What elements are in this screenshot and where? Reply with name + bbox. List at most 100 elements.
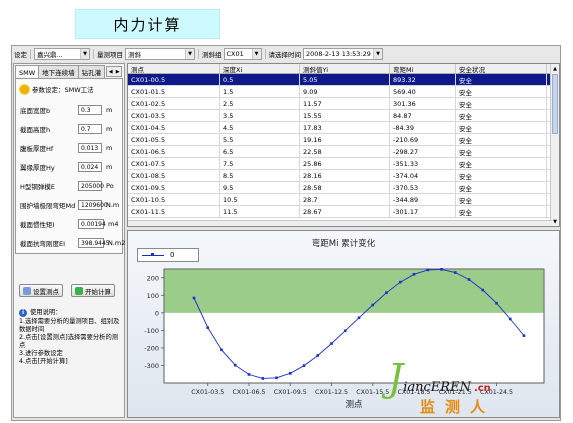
- time-select-value: 2008-2-13 13:53:29: [306, 50, 371, 58]
- table-row[interactable]: CX01-04.5 4.5 17.83 -84.39 安全: [128, 122, 559, 134]
- table-cell: 25.86: [300, 158, 390, 169]
- param-input[interactable]: 1209600: [78, 200, 108, 210]
- pencil-icon: [23, 286, 31, 295]
- param-unit: Po: [106, 182, 114, 190]
- param-input[interactable]: 0.7: [78, 124, 102, 134]
- data-point: [398, 280, 402, 284]
- table-row[interactable]: CX01-00.5 0.5 5.05 893.32 安全: [128, 74, 559, 86]
- column-header[interactable]: 测点: [128, 64, 220, 73]
- data-point: [261, 377, 265, 380]
- param-input[interactable]: 205000: [78, 181, 104, 191]
- scroll-down-icon[interactable]: ▼: [551, 217, 559, 226]
- toolbar: 设定 嘉兴鼎... ▼ 量测项目 测斜 ▼ 测斜组 CX01 ▼ 请选择时间 2…: [12, 46, 560, 62]
- table-cell: 安全: [456, 182, 547, 193]
- watermark-char: 监: [420, 398, 436, 416]
- param-input[interactable]: 0.00194: [78, 219, 106, 229]
- start-calc-button[interactable]: 开始计算: [71, 284, 115, 297]
- scroll-up-icon[interactable]: ▲: [551, 64, 559, 73]
- table-cell: -301.17: [390, 206, 456, 217]
- safe-band: [164, 269, 544, 313]
- param-unit: m: [106, 163, 113, 171]
- data-point: [481, 288, 485, 292]
- x-tick-label: CX01-15.5: [356, 389, 389, 396]
- x-tick-label: CX01-12.5: [315, 389, 348, 396]
- chevron-down-icon: ▼: [373, 49, 382, 59]
- settings-menu[interactable]: 设定: [14, 49, 27, 59]
- table-row[interactable]: CX01-07.5 7.5 25.86 -351.33 安全: [128, 158, 559, 170]
- x-tick-label: CX01-09.5: [274, 389, 307, 396]
- table-cell: 1.5: [220, 86, 300, 97]
- measure-item-select[interactable]: 测斜 ▼: [125, 48, 195, 60]
- set-point-button[interactable]: 设置测点: [19, 284, 63, 297]
- param-input[interactable]: 0.024: [78, 162, 102, 172]
- tab-bored-pile[interactable]: 钻孔灌: [77, 65, 106, 78]
- y-tick-label: -100: [144, 327, 159, 335]
- watermark-cjk: 监 测 人: [420, 396, 485, 417]
- table-cell: 893.32: [390, 74, 456, 85]
- table-cell: 安全: [456, 74, 547, 85]
- tab-smw[interactable]: SMW: [15, 65, 40, 79]
- group-select[interactable]: CX01 ▼: [223, 48, 262, 60]
- table-row[interactable]: CX01-05.5 5.5 19.16 -210.69 安全: [128, 134, 559, 146]
- group-select-value: CX01: [226, 50, 244, 58]
- method-tabs: SMW 地下连续墙 钻孔灌 ◀ ▶: [15, 65, 123, 79]
- toolbar-separator: [30, 49, 31, 59]
- column-header[interactable]: 深度Xi: [220, 64, 300, 73]
- table-cell: CX01-01.5: [128, 86, 220, 97]
- column-header[interactable]: 测斜值Yi: [300, 64, 390, 73]
- tab-diaphragm-wall[interactable]: 地下连续墙: [38, 65, 79, 78]
- table-row[interactable]: CX01-10.5 10.5 28.7 -344.89 安全: [128, 194, 559, 206]
- table-cell: CX01-03.5: [128, 110, 220, 121]
- project-select[interactable]: 嘉兴鼎... ▼: [34, 48, 90, 60]
- table-row[interactable]: CX01-03.5 3.5 15.55 84.87 安全: [128, 110, 559, 122]
- data-point: [247, 373, 251, 376]
- table-row[interactable]: CX01-06.5 6.5 22.58 -298.27 安全: [128, 146, 559, 158]
- chevron-left-icon[interactable]: ◀: [107, 67, 114, 76]
- table-cell: -374.04: [390, 170, 456, 181]
- table-row[interactable]: CX01-01.5 1.5 9.09 569.40 安全: [128, 86, 559, 98]
- table-cell: 17.83: [300, 122, 390, 133]
- data-point: [426, 268, 430, 272]
- table-row[interactable]: CX01-09.5 9.5 28.58 -370.53 安全: [128, 182, 559, 194]
- param-input[interactable]: 0.013: [78, 143, 102, 153]
- sun-icon: [20, 84, 29, 94]
- param-label: 截面高度h: [20, 126, 51, 134]
- table-row[interactable]: CX01-11.5 11.5 28.67 -301.17 安全: [128, 206, 559, 218]
- chevron-right-icon[interactable]: ▶: [114, 67, 121, 76]
- param-input[interactable]: 0.3: [78, 105, 102, 115]
- help-section: i 使用说明： 1.选择需要分析的量测项目、组别及数据时间 2.点击[设置测点]…: [19, 309, 121, 366]
- table-cell: 2.5: [220, 98, 300, 109]
- info-icon: i: [19, 309, 27, 317]
- x-axis-label: 测点: [345, 400, 363, 410]
- moment-chart: 弯距Mi 累计变化 0 200 100 0 -100 -200 -300 CX01-03.5…: [127, 230, 560, 418]
- table-row[interactable]: CX01-02.5 2.5 11.57 301.36 安全: [128, 98, 559, 110]
- project-select-value: 嘉兴鼎...: [37, 51, 63, 59]
- param-row: 底面宽度b 0.3 m: [20, 105, 112, 115]
- time-select[interactable]: 2008-2-13 13:53:29 ▼: [303, 48, 383, 60]
- toolbar-separator: [93, 49, 94, 59]
- param-label: 围护墙极限弯矩Md: [20, 202, 76, 210]
- table-cell: 9.09: [300, 86, 390, 97]
- y-tick-label: -200: [144, 344, 159, 352]
- table-cell: 安全: [456, 122, 547, 133]
- param-row: 截面惯性矩I 0.00194 m4: [20, 219, 118, 229]
- table-cell: 安全: [456, 98, 547, 109]
- x-tick-label: CX01-03.5: [191, 389, 224, 396]
- table-cell: 6.5: [220, 146, 300, 157]
- table-vertical-scrollbar[interactable]: ▲ ▼: [550, 64, 559, 226]
- column-header[interactable]: 弯矩Mi: [390, 64, 456, 73]
- data-point: [522, 334, 526, 337]
- table-row[interactable]: CX01-08.5 8.5 28.16 -374.04 安全: [128, 170, 559, 182]
- table-header: 测点 深度Xi 测斜值Yi 弯矩Mi 安全状况: [128, 64, 559, 74]
- table-horizontal-scrollbar[interactable]: [128, 220, 552, 226]
- scrollbar-thumb[interactable]: [552, 74, 558, 134]
- toolbar-separator: [264, 49, 266, 59]
- table-cell: 28.58: [300, 182, 390, 193]
- table-cell: CX01-00.5: [128, 74, 220, 85]
- column-header[interactable]: 安全状况: [456, 64, 547, 73]
- param-unit: N.m2: [108, 239, 126, 247]
- data-point: [288, 372, 292, 375]
- param-input[interactable]: 398.9445: [78, 238, 110, 248]
- data-point: [316, 354, 320, 357]
- data-point: [233, 363, 237, 367]
